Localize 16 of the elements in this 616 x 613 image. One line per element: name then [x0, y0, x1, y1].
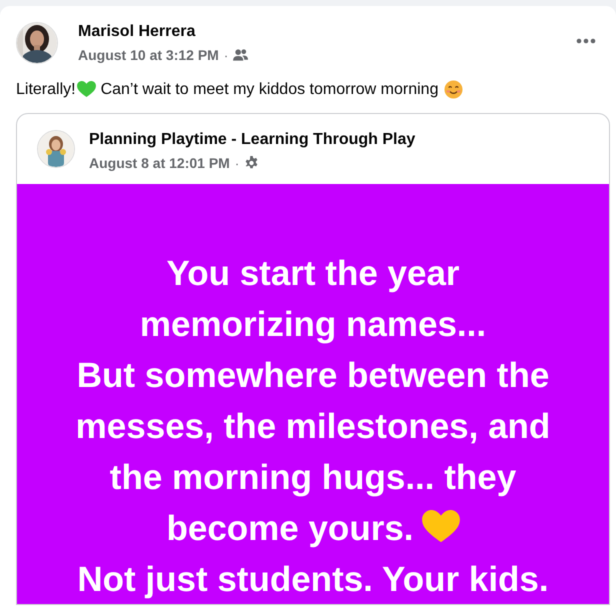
friends-icon[interactable]	[233, 48, 248, 62]
page-name[interactable]: Planning Playtime - Learning Through Play	[89, 131, 589, 149]
author-name[interactable]: Marisol Herrera	[78, 23, 552, 41]
post-text: Literally!	[16, 80, 76, 98]
separator-dot: ·	[224, 48, 228, 62]
post-timestamp[interactable]: August 10 at 3:12 PM	[78, 47, 219, 63]
post-message: You start the year memorizing names...	[140, 254, 486, 344]
post-timestamp[interactable]: August 8 at 12:01 PM	[89, 155, 230, 171]
smiling-face-icon	[444, 80, 464, 99]
post-message: But somewhere between the messes, the milestones, and the morning hugs... they become yours.	[76, 356, 550, 548]
post-message: Not just students. Your kids.	[77, 560, 549, 599]
more-icon	[576, 38, 596, 44]
gear-icon[interactable]	[244, 156, 260, 170]
post-text: Can’t wait to meet my kiddos tomorrow morning	[100, 80, 438, 98]
shared-post-card[interactable]	[16, 113, 610, 605]
separator-dot: ·	[234, 156, 240, 170]
